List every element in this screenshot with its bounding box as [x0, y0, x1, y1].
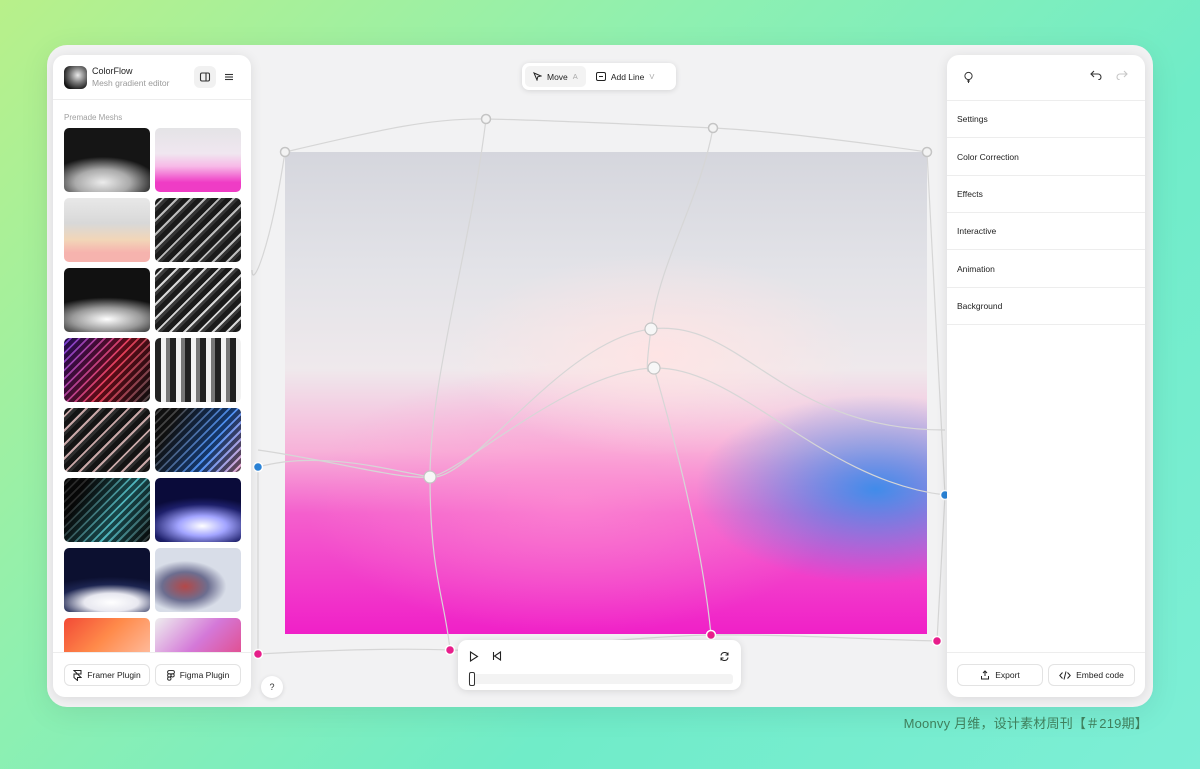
tool-switcher: Move A Add Line V: [522, 63, 676, 90]
menu-button[interactable]: [218, 66, 240, 88]
mesh-line-right-edge: [926, 151, 946, 642]
add-line-tool-shortcut: V: [649, 72, 655, 81]
mesh-line-left-edge: [251, 151, 286, 276]
undo-icon: [1090, 70, 1102, 80]
embed-code-button[interactable]: Embed code: [1048, 664, 1135, 686]
premade-mesh-thumbnail[interactable]: [64, 338, 150, 402]
app-subtitle: Mesh gradient editor: [92, 78, 170, 88]
mesh-point-handle: [921, 146, 933, 158]
help-button[interactable]: ?: [261, 676, 283, 698]
redo-button[interactable]: [1111, 64, 1133, 86]
watermark: Moonvy 月维，设计素材周刊【＃219期】: [903, 716, 1148, 731]
export-label: Export: [995, 670, 1020, 680]
timeline-playhead[interactable]: [469, 672, 475, 686]
sidebar-icon: [199, 72, 211, 82]
mesh-line-middle-1: [257, 327, 946, 478]
mesh-handles: [252, 113, 951, 660]
mesh-point-handle-blue: [252, 461, 264, 473]
figma-icon: [166, 669, 175, 681]
mesh-point-handle-pink: [252, 648, 264, 660]
section-background[interactable]: Background: [947, 288, 1145, 325]
premade-mesh-thumbnail[interactable]: [64, 408, 150, 472]
app-title: ColorFlow: [92, 66, 133, 76]
play-button[interactable]: [463, 645, 485, 667]
skip-back-icon: [492, 651, 502, 661]
premade-mesh-thumbnail[interactable]: [155, 268, 241, 332]
premade-mesh-thumbnail[interactable]: [155, 128, 241, 192]
cursor-icon: [533, 72, 542, 81]
premade-mesh-thumbnail[interactable]: [155, 618, 241, 652]
lightbulb-icon: [963, 71, 973, 83]
add-line-tool-button[interactable]: Add Line V: [588, 66, 663, 87]
section-color-correction[interactable]: Color Correction: [947, 139, 1145, 176]
mesh-line-middle-2: [257, 367, 946, 496]
premade-mesh-thumbnail[interactable]: [64, 268, 150, 332]
mesh-point-handle: [423, 470, 437, 484]
premade-meshes-panel: ColorFlow Mesh gradient editor Premade M…: [53, 55, 251, 697]
export-icon: [981, 670, 990, 680]
move-tool-label: Move: [547, 71, 568, 82]
embed-code-label: Embed code: [1076, 670, 1124, 680]
framer-icon: [73, 669, 83, 681]
figma-plugin-button[interactable]: Figma Plugin: [155, 664, 241, 686]
mesh-point-handle-pink: [705, 629, 717, 641]
mesh-point-handle-pink: [931, 635, 943, 647]
premade-meshes-label: Premade Meshs: [64, 113, 123, 122]
toggle-sidebar-button[interactable]: [194, 66, 216, 88]
premade-mesh-thumbnail[interactable]: [155, 548, 241, 612]
play-icon: [469, 650, 479, 662]
premade-mesh-thumbnail[interactable]: [64, 198, 150, 262]
mesh-point-handle: [480, 113, 492, 125]
mesh-line-top: [284, 118, 928, 153]
tips-button[interactable]: [957, 66, 979, 88]
mesh-line-vertical-1: [429, 118, 487, 651]
add-line-tool-label: Add Line: [610, 71, 645, 82]
loop-icon: [720, 651, 728, 661]
move-tool-button[interactable]: Move A: [525, 66, 586, 87]
move-tool-shortcut: A: [572, 72, 578, 81]
mesh-line-vertical-2: [646, 127, 714, 636]
figma-plugin-label: Figma Plugin: [179, 670, 230, 680]
mesh-point-handle: [279, 146, 291, 158]
premade-mesh-thumbnail[interactable]: [64, 478, 150, 542]
mesh-point-handle: [644, 322, 658, 336]
undo-button[interactable]: [1085, 64, 1107, 86]
mesh-point-handle-pink: [444, 644, 456, 656]
premade-mesh-grid: [64, 128, 241, 652]
settings-panel: Settings Color Correction Effects Intera…: [947, 55, 1145, 697]
premade-mesh-thumbnail[interactable]: [64, 618, 150, 652]
add-line-icon: [595, 72, 606, 81]
export-button[interactable]: Export: [957, 664, 1043, 686]
redo-icon: [1116, 70, 1128, 80]
hamburger-menu-icon: [225, 73, 233, 81]
framer-plugin-button[interactable]: Framer Plugin: [64, 664, 150, 686]
premade-mesh-thumbnail[interactable]: [64, 128, 150, 192]
premade-mesh-thumbnail[interactable]: [64, 548, 150, 612]
premade-mesh-thumbnail[interactable]: [155, 338, 241, 402]
restart-button[interactable]: [486, 645, 508, 667]
footer-divider: [947, 652, 1145, 653]
section-interactive[interactable]: Interactive: [947, 213, 1145, 250]
header-divider: [53, 99, 251, 100]
footer-divider: [53, 652, 251, 653]
framer-plugin-label: Framer Plugin: [87, 670, 141, 680]
premade-mesh-thumbnail[interactable]: [155, 198, 241, 262]
animation-player: [458, 640, 741, 690]
mesh-point-handle: [707, 122, 719, 134]
colorflow-logo: [64, 66, 87, 89]
animation-timeline[interactable]: [468, 672, 733, 686]
mesh-point-handle: [647, 361, 661, 375]
section-settings[interactable]: Settings: [947, 101, 1145, 138]
loop-button[interactable]: [713, 645, 735, 667]
premade-mesh-thumbnail[interactable]: [155, 478, 241, 542]
premade-mesh-thumbnail[interactable]: [155, 408, 241, 472]
section-effects[interactable]: Effects: [947, 176, 1145, 213]
section-animation[interactable]: Animation: [947, 251, 1145, 288]
code-icon: [1059, 670, 1071, 680]
